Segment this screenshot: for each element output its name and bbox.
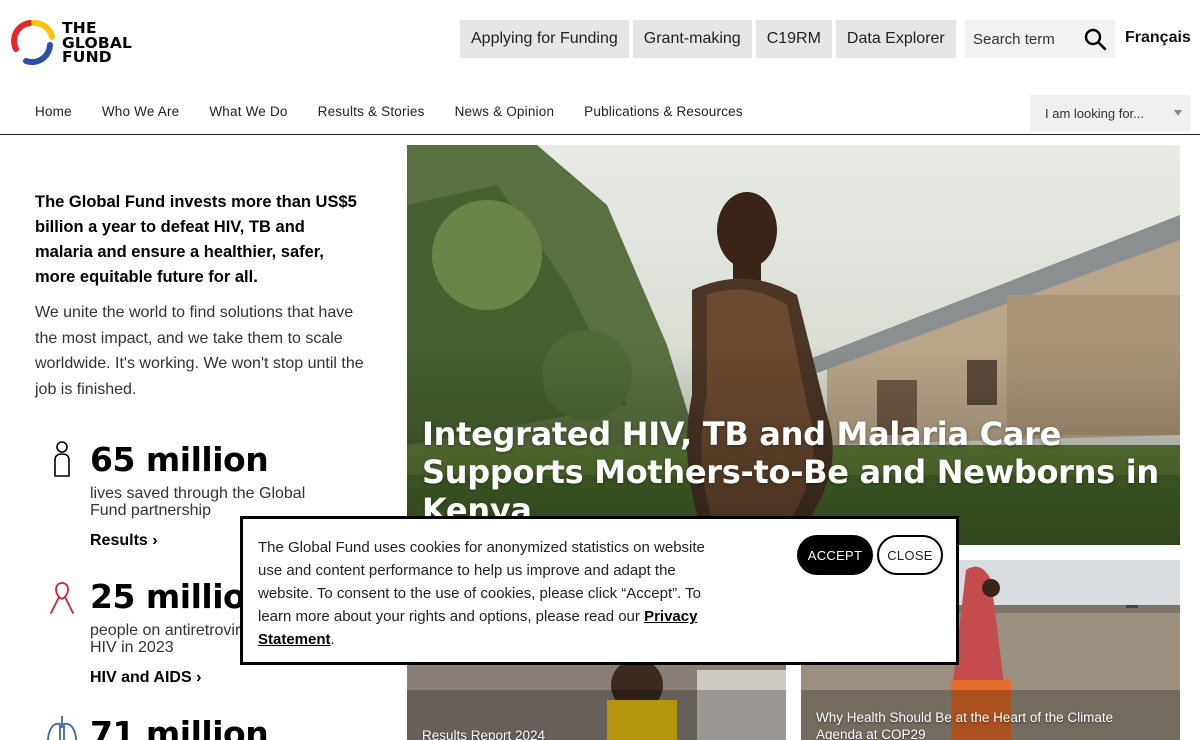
intro-section: The Global Fund invests more than US$5 b… <box>35 190 365 402</box>
nav-item-results-stories[interactable]: Results & Stories <box>308 104 435 119</box>
results-link[interactable]: Results › <box>90 532 158 550</box>
intro-body: We unite the world to find solutions tha… <box>35 304 364 398</box>
looking-for-dropdown[interactable]: I am looking for... <box>1030 95 1190 131</box>
hero-feature[interactable]: Integrated HIV, TB and Malaria Care Supp… <box>407 145 1180 545</box>
search-input[interactable] <box>965 30 1075 48</box>
accept-cookies-button[interactable]: ACCEPT <box>797 535 873 575</box>
card-title: Why Health Should Be at the Heart of the… <box>816 710 1114 740</box>
top-link-c19rm[interactable]: C19RM <box>755 20 832 58</box>
language-switch-french[interactable]: Français <box>1125 29 1191 47</box>
nav-item-what-we-do[interactable]: What We Do <box>199 104 297 119</box>
cookie-text-end: . <box>330 631 335 648</box>
lungs-icon <box>47 716 77 740</box>
cookie-banner: The Global Fund uses cookies for anonymi… <box>240 516 959 665</box>
logo-mark-icon <box>11 20 55 66</box>
top-links: Applying for Funding Grant-making C19RM … <box>460 20 956 58</box>
nav-item-who-we-are[interactable]: Who We Are <box>92 104 190 119</box>
logo-text: THE GLOBAL FUND <box>62 19 133 67</box>
hiv-aids-link[interactable]: HIV and AIDS › <box>90 669 201 687</box>
stat-number: 71 million <box>90 714 269 740</box>
cookie-text-main: The Global Fund uses cookies for anonymi… <box>258 539 705 625</box>
stat-number: 65 million <box>90 440 269 479</box>
intro-headline: The Global Fund invests more than US$5 b… <box>35 193 357 286</box>
hero-title[interactable]: Integrated HIV, TB and Malaria Care Supp… <box>422 415 1162 529</box>
search-box <box>965 20 1115 58</box>
stat-description: lives saved through the Global Fund part… <box>90 485 306 519</box>
top-link-data-explorer[interactable]: Data Explorer <box>835 20 956 58</box>
top-link-applying-for-funding[interactable]: Applying for Funding <box>460 20 629 58</box>
nav-item-publications-resources[interactable]: Publications & Resources <box>574 104 753 119</box>
global-fund-logo[interactable]: THE GLOBAL FUND <box>10 18 150 68</box>
close-cookies-button[interactable]: CLOSE <box>877 535 943 575</box>
person-icon <box>54 441 70 477</box>
chevron-down-icon <box>1174 110 1182 116</box>
nav-item-home[interactable]: Home <box>25 104 82 119</box>
nav-item-news-opinion[interactable]: News & Opinion <box>445 104 565 119</box>
card-title: Results Report 2024 <box>422 728 546 740</box>
cookie-text: The Global Fund uses cookies for anonymi… <box>258 536 728 651</box>
main-navigation: Home Who We Are What We Do Results & Sto… <box>0 95 1200 135</box>
top-link-grant-making[interactable]: Grant-making <box>632 20 752 58</box>
search-icon[interactable] <box>1083 27 1107 51</box>
ribbon-icon <box>50 582 74 614</box>
looking-for-label: I am looking for... <box>1045 105 1144 121</box>
